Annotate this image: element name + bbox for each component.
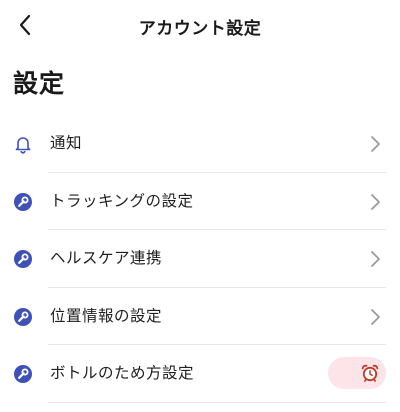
chevron-right-icon	[371, 251, 380, 267]
settings-item-label: ヘルスケア連携	[50, 249, 163, 267]
bell-icon	[12, 133, 34, 155]
bottle-toggle[interactable]	[328, 357, 386, 389]
page-title: 設定	[13, 69, 66, 98]
settings-item-bottle[interactable]: ボトルのため方設定	[0, 345, 400, 403]
alarm-clock-icon	[360, 363, 380, 383]
wrench-icon	[12, 191, 34, 213]
settings-item-tracking[interactable]: トラッキングの設定	[0, 173, 400, 230]
chevron-right-icon	[371, 136, 380, 152]
settings-item-label: 通知	[50, 134, 83, 152]
settings-list: 通知 トラッキングの設定 ヘルスケア連携 位置情報の設定 ボトルのため方設定	[0, 115, 400, 403]
header-title: アカウント設定	[138, 19, 262, 39]
settings-item-label: ボトルのため方設定	[50, 364, 195, 382]
wrench-icon	[12, 306, 34, 328]
settings-item-label: 位置情報の設定	[50, 306, 163, 325]
divider	[48, 401, 386, 403]
chevron-right-icon	[371, 193, 380, 210]
settings-item-healthcare[interactable]: ヘルスケア連携	[0, 230, 400, 288]
top-bar: アカウント設定	[0, 0, 400, 52]
chevron-right-icon	[371, 308, 380, 325]
wrench-icon	[12, 363, 34, 385]
wrench-icon	[12, 248, 34, 270]
settings-item-label: トラッキングの設定	[50, 191, 194, 210]
settings-item-location[interactable]: 位置情報の設定	[0, 288, 400, 345]
settings-item-notifications[interactable]: 通知	[0, 115, 400, 173]
